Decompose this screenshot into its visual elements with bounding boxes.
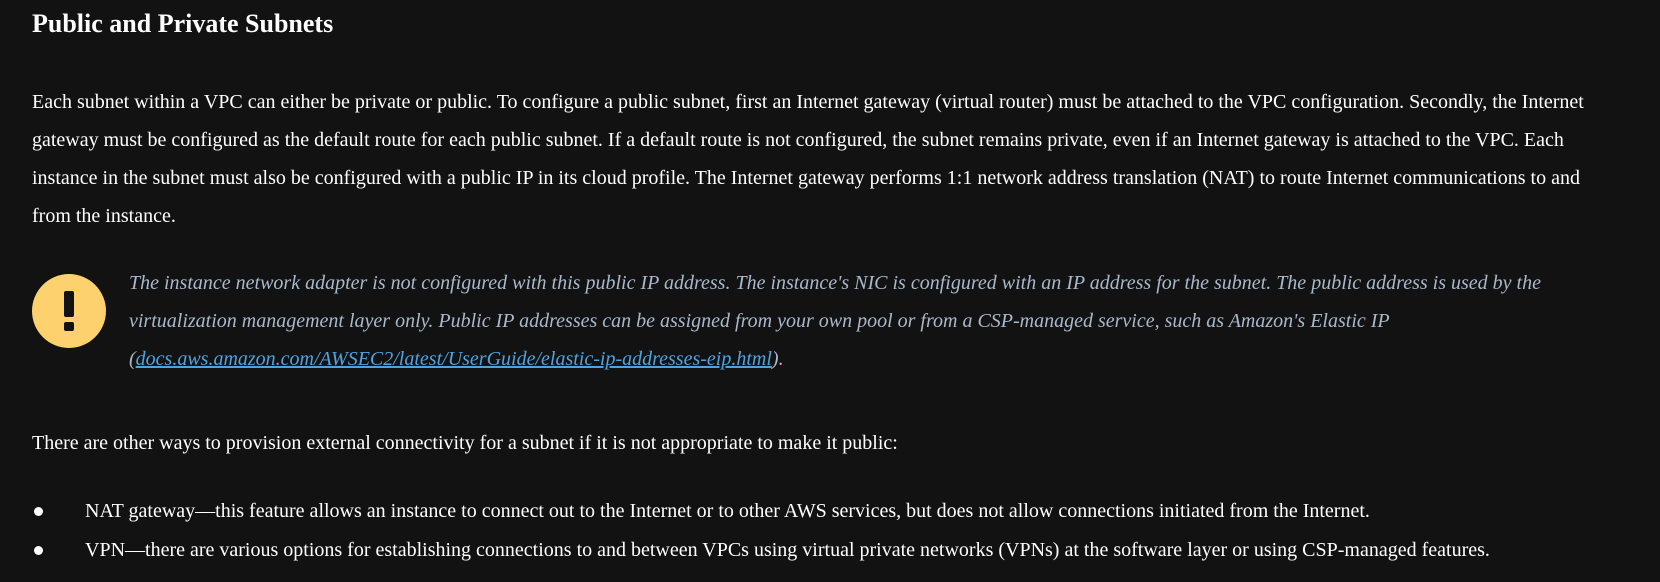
paragraph-subnets-intro: Each subnet within a VPC can either be p… <box>32 91 1584 227</box>
connectivity-options-list: NAT gateway—this feature allows an insta… <box>32 492 1632 570</box>
bullet-icon <box>34 507 43 516</box>
exclamation-icon <box>32 274 106 348</box>
list-item-text: VPN—there are various options for establ… <box>85 539 1490 561</box>
list-item-text: NAT gateway—this feature allows an insta… <box>85 500 1370 522</box>
document-page: Public and Private Subnets Each subnet w… <box>0 0 1660 582</box>
elastic-ip-docs-link[interactable]: docs.aws.amazon.com/AWSEC2/latest/UserGu… <box>136 348 772 370</box>
paragraph-other-ways: There are other ways to provision extern… <box>32 432 898 454</box>
list-item: NAT gateway—this feature allows an insta… <box>32 492 1632 531</box>
note-text-after-link: ). <box>771 348 784 370</box>
bullet-icon <box>34 546 43 555</box>
note-text: The instance network adapter is not conf… <box>129 264 1639 378</box>
list-item: VPN—there are various options for establ… <box>32 531 1632 570</box>
section-heading: Public and Private Subnets <box>32 9 334 38</box>
